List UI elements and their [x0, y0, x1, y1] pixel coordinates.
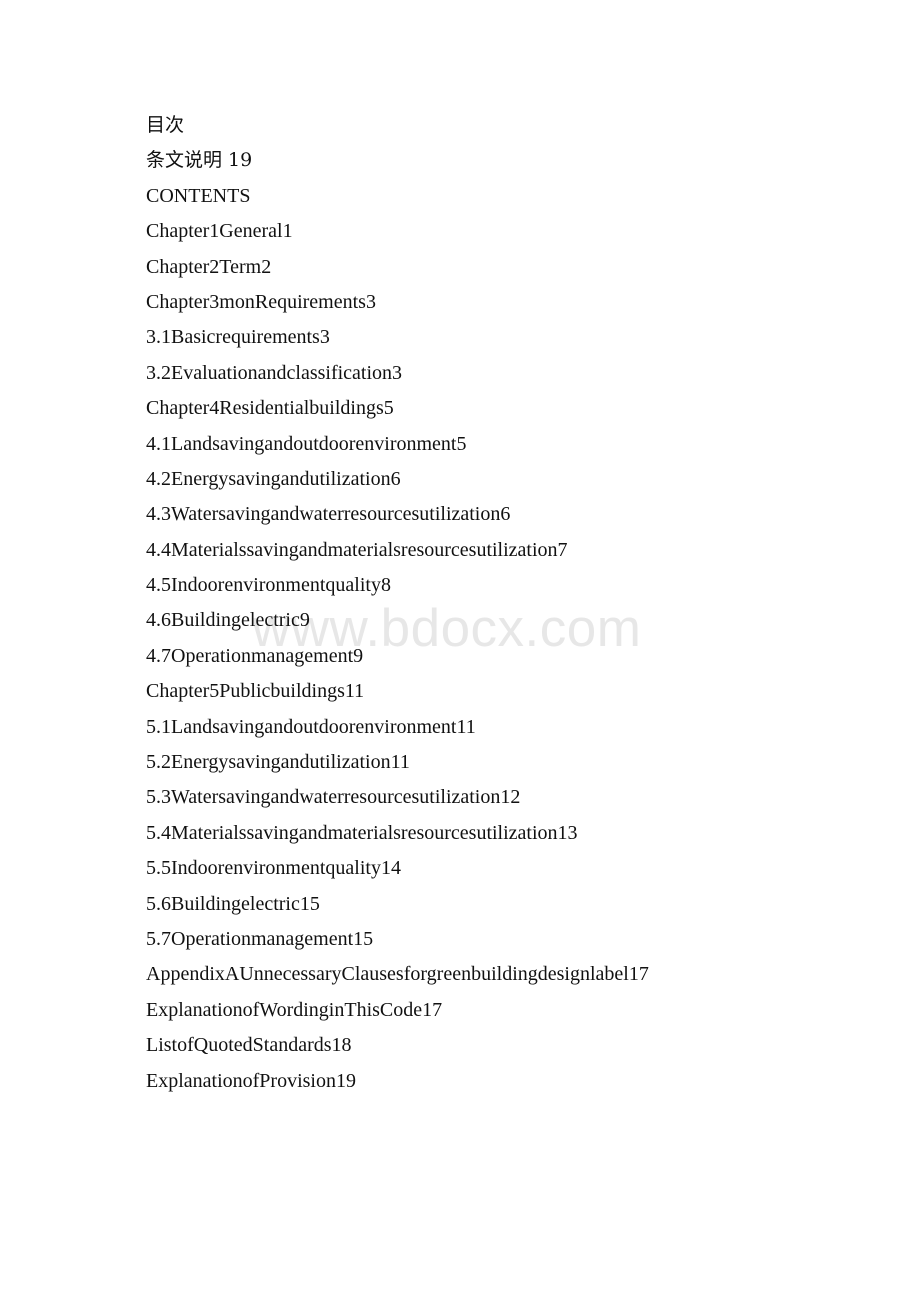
toc-entry: Chapter1General1: [146, 220, 293, 243]
toc-entry: 4.5Indoorenvironmentquality8: [146, 574, 391, 597]
toc-entry: 4.4Materialssavingandmaterialsresourcesu…: [146, 538, 568, 561]
toc-entry: 5.1Landsavingandoutdoorenvironment11: [146, 715, 476, 738]
toc-entry: Chapter4Residentialbuildings5: [146, 397, 394, 420]
toc-entry: 3.2Evaluationandclassification3: [146, 361, 403, 384]
toc-entry: 4.7Operationmanagement9: [146, 644, 364, 667]
toc-entry: 4.6Buildingelectric9: [146, 609, 310, 632]
document-page: www.bdocx.com 目次 条文说明 19 CONTENTS Chapter1G…: [0, 0, 920, 1302]
toc-entry: 5.3Watersavingandwaterresourcesutilizati…: [146, 786, 521, 809]
toc-entry: 5.7Operationmanagement15: [146, 927, 374, 950]
toc-entry: 条文说明 19: [146, 149, 253, 172]
toc-entry: ExplanationofProvision19: [146, 1069, 356, 1092]
toc-entry: ListofQuotedStandards18: [146, 1034, 352, 1057]
toc-entry: 4.2Energysavingandutilization6: [146, 467, 401, 490]
toc-entry: 4.1Landsavingandoutdoorenvironment5: [146, 432, 467, 455]
toc-entry: 5.6Buildingelectric15: [146, 892, 320, 915]
toc-entry: CONTENTS: [146, 184, 251, 207]
toc-entry: Chapter5Publicbuildings11: [146, 680, 365, 703]
table-of-contents-list: 目次条文说明 19 CONTENTS Chapter1General1 Chapter…: [146, 108, 846, 1099]
toc-entry: ExplanationofWordinginThisCode17: [146, 998, 443, 1021]
toc-entry: 5.2Energysavingandutilization11: [146, 751, 410, 774]
toc-entry: Chapter2Term2: [146, 255, 272, 278]
toc-entry: 4.3Watersavingandwaterresourcesutilizati…: [146, 503, 511, 526]
toc-entry: 目次: [146, 114, 185, 136]
toc-entry: 3.1Basicrequirements3: [146, 326, 330, 349]
toc-entry: Chapter3monRequirements3: [146, 290, 376, 313]
toc-entry: AppendixAUnnecessaryClausesforgreenbuild…: [146, 963, 649, 986]
toc-entry: 5.5Indoorenvironmentquality14: [146, 857, 401, 880]
toc-entry: 5.4Materialssavingandmaterialsresourcesu…: [146, 821, 578, 844]
